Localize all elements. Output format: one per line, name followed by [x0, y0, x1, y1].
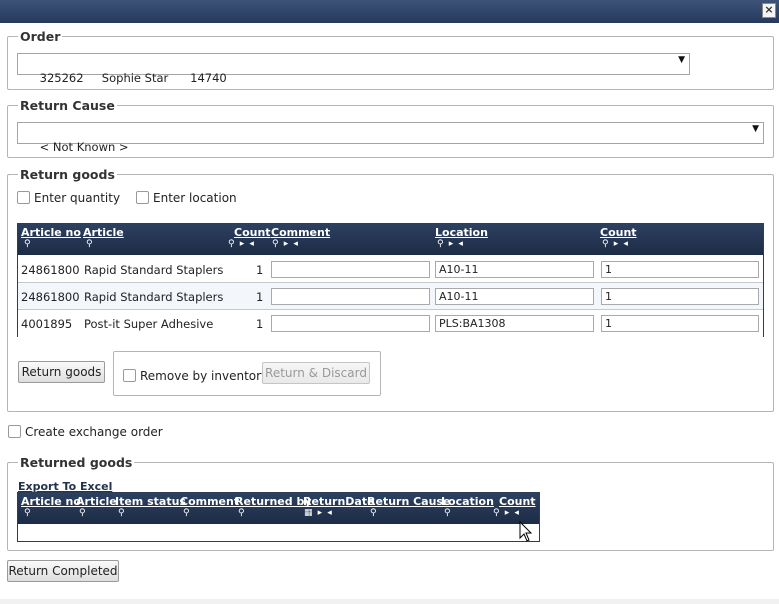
location-input[interactable]: A10-11 — [435, 288, 594, 305]
create-exchange-order-label: Create exchange order — [25, 425, 163, 439]
dialog-titlebar: × — [0, 0, 779, 23]
remove-by-inventory-label: Remove by inventory — [140, 369, 269, 383]
calendar-sort-icons[interactable]: ▦ ▸ ◂ — [304, 508, 333, 518]
article-no-cell: 24861800 — [21, 290, 80, 304]
dropdown-arrow-icon: ▼ — [752, 124, 759, 134]
column-header-count-input[interactable]: Count — [600, 226, 637, 239]
filter-icon[interactable]: ⚲ — [183, 508, 191, 518]
filter-sort-icons[interactable]: ⚲ ▸ ◂ — [228, 239, 255, 249]
empty-grid-body — [18, 524, 539, 541]
count-input[interactable]: 1 — [601, 315, 759, 332]
return-goods-legend: Return goods — [18, 167, 117, 182]
filter-icon[interactable]: ⚲ — [238, 508, 246, 518]
location-input[interactable]: A10-11 — [435, 261, 594, 278]
return-cause-select[interactable]: < Not Known > ▼ — [17, 122, 764, 154]
article-cell: Rapid Standard Staplers — [84, 290, 224, 304]
filter-icon[interactable]: ⚲ — [118, 508, 126, 518]
order-legend: Order — [18, 29, 63, 44]
return-cause-legend: Return Cause — [18, 98, 117, 113]
grid-header: Article no ⚲ Article ⚲ Count ⚲ ▸ ◂ Comme… — [18, 224, 763, 255]
create-exchange-order-checkbox[interactable]: Create exchange order — [8, 425, 163, 439]
remove-by-inventory-checkbox[interactable]: Remove by inventory — [123, 369, 268, 383]
dropdown-arrow-icon: ▼ — [678, 55, 685, 65]
return-goods-button[interactable]: Return goods — [18, 361, 105, 383]
remove-options-box: Remove by inventory Return & Discard — [113, 351, 381, 396]
table-row: 24861800 Rapid Standard Staplers 1 A10-1… — [18, 283, 763, 310]
checkbox-box[interactable] — [8, 425, 21, 438]
filter-icon[interactable]: ⚲ — [370, 508, 378, 518]
article-no-cell: 24861800 — [21, 263, 80, 277]
column-header-article-no[interactable]: Article no — [21, 495, 81, 508]
return-completed-button[interactable]: Return Completed — [7, 560, 119, 582]
comment-input[interactable] — [271, 261, 430, 278]
column-header-item-status[interactable]: Item status — [115, 495, 186, 508]
column-header-count[interactable]: Count — [499, 495, 536, 508]
column-header-article[interactable]: Article — [83, 226, 124, 239]
count-cell: 1 — [256, 317, 264, 331]
close-button[interactable]: × — [762, 3, 776, 18]
filter-sort-icons[interactable]: ⚲ ▸ ◂ — [493, 508, 520, 518]
comment-input[interactable] — [271, 288, 430, 305]
filter-icon[interactable]: ⚲ — [444, 508, 452, 518]
filter-icon[interactable]: ⚲ — [24, 508, 32, 518]
column-header-count[interactable]: Count — [234, 226, 271, 239]
returned-goods-grid: Article no ⚲ Article ⚲ Item status ⚲ Com… — [17, 492, 540, 542]
count-input[interactable]: 1 — [601, 288, 759, 305]
filter-icon[interactable]: ⚲ — [86, 239, 94, 249]
filter-sort-icons[interactable]: ⚲ ▸ ◂ — [437, 239, 464, 249]
order-section: Order 325262 Sophie Star 14740 ▼ — [7, 29, 774, 90]
column-header-comment[interactable]: Comment — [271, 226, 330, 239]
mouse-cursor-icon — [519, 521, 533, 542]
return-cause-section: Return Cause < Not Known > ▼ — [7, 98, 774, 158]
returned-goods-legend: Returned goods — [18, 455, 135, 470]
article-cell: Rapid Standard Staplers — [84, 263, 224, 277]
order-select-value: 325262 Sophie Star 14740 — [39, 71, 227, 85]
column-header-location[interactable]: Location — [441, 495, 494, 508]
column-header-return-date[interactable]: ReturnDate — [303, 495, 375, 508]
column-header-returned-by[interactable]: Returned by — [235, 495, 311, 508]
footer-band — [0, 599, 779, 604]
count-cell: 1 — [256, 263, 264, 277]
article-cell: Post-it Super Adhesive — [84, 317, 214, 331]
filter-sort-icons[interactable]: ⚲ ▸ ◂ — [272, 239, 299, 249]
column-header-comment[interactable]: Comment — [180, 495, 239, 508]
column-header-location[interactable]: Location — [435, 226, 488, 239]
filter-icon[interactable]: ⚲ — [79, 508, 87, 518]
table-row: 24861800 Rapid Standard Staplers 1 A10-1… — [18, 256, 763, 283]
enter-quantity-label: Enter quantity — [34, 191, 121, 205]
count-cell: 1 — [256, 290, 264, 304]
returned-goods-section: Returned goods Export To Excel Article n… — [7, 455, 774, 551]
column-header-return-cause[interactable]: Return Cause — [367, 495, 450, 508]
order-select[interactable]: 325262 Sophie Star 14740 ▼ — [17, 53, 690, 85]
return-cause-value: < Not Known > — [39, 140, 129, 154]
return-discard-button[interactable]: Return & Discard — [262, 362, 370, 384]
filter-icon[interactable]: ⚲ — [24, 239, 32, 249]
filter-sort-icons[interactable]: ⚲ ▸ ◂ — [602, 239, 629, 249]
column-header-article-no[interactable]: Article no — [21, 226, 81, 239]
return-goods-section: Return goods Enter quantity Enter locati… — [7, 167, 774, 412]
location-input[interactable]: PLS:BA1308 — [435, 315, 594, 332]
close-icon: × — [764, 3, 774, 16]
table-row: 4001895 Post-it Super Adhesive 1 PLS:BA1… — [18, 310, 763, 337]
count-input[interactable]: 1 — [601, 261, 759, 278]
enter-quantity-checkbox[interactable]: Enter quantity — [17, 191, 120, 205]
enter-location-checkbox[interactable]: Enter location — [136, 191, 237, 205]
column-header-article[interactable]: Article — [76, 495, 117, 508]
article-no-cell: 4001895 — [21, 317, 73, 331]
checkbox-box[interactable] — [17, 191, 30, 204]
checkbox-box[interactable] — [123, 369, 136, 382]
checkbox-box[interactable] — [136, 191, 149, 204]
return-goods-grid: Article no ⚲ Article ⚲ Count ⚲ ▸ ◂ Comme… — [17, 223, 764, 337]
comment-input[interactable] — [271, 315, 430, 332]
enter-location-label: Enter location — [153, 191, 237, 205]
grid-header: Article no ⚲ Article ⚲ Item status ⚲ Com… — [18, 493, 539, 524]
